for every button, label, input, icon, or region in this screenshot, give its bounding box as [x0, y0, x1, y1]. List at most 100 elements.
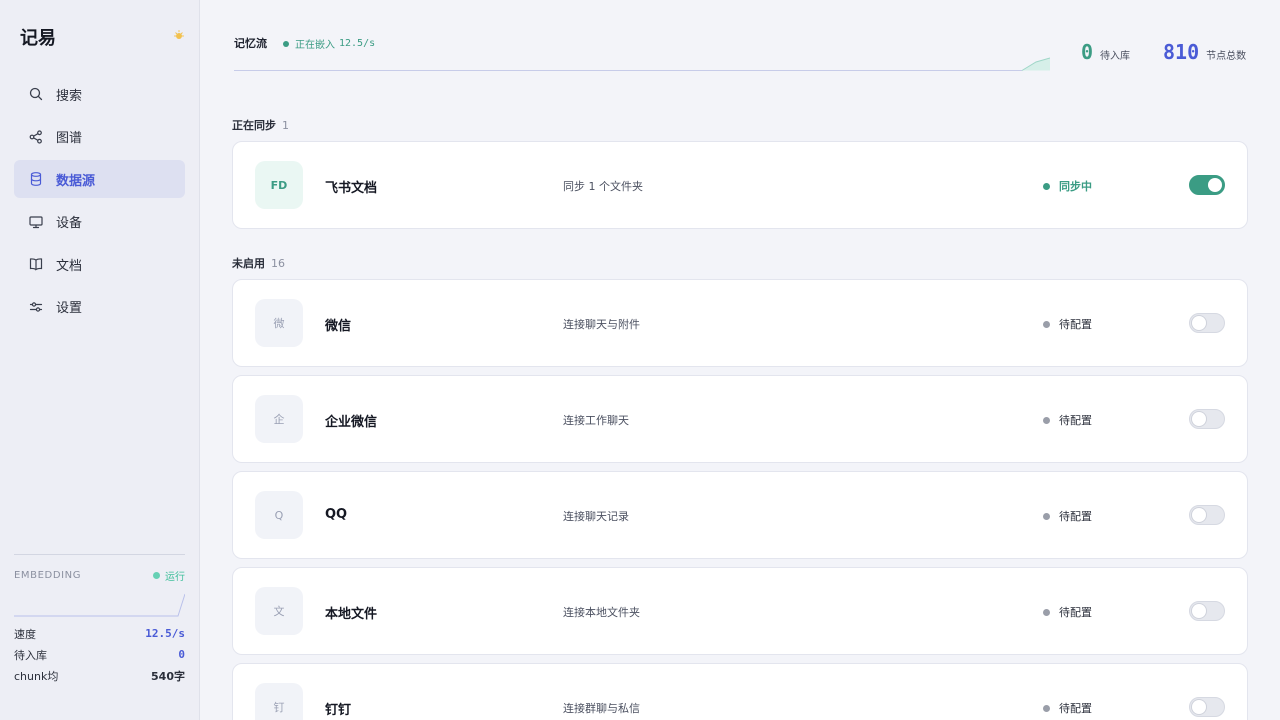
pending-count: 0 [1081, 40, 1094, 64]
source-name: 企业微信 [325, 415, 378, 430]
flow-status-rate: 12.5/s [339, 38, 376, 49]
sidebar-item-graph[interactable]: 图谱 [14, 118, 185, 156]
stat-value: 12.5/s [145, 627, 185, 640]
book-icon [28, 256, 44, 272]
toggle-knob [1192, 316, 1206, 330]
source-desc: 连接群聊与私信 [563, 702, 640, 715]
total-counter: 810 节点总数 [1163, 40, 1246, 64]
sidebar-item-label: 数据源 [56, 173, 96, 189]
search-icon [28, 86, 44, 102]
source-card-dingtalk[interactable]: 钉 钉钉 连接群聊与私信 待配置 [232, 663, 1248, 720]
stat-value: 540字 [151, 669, 185, 683]
stat-row: 速度 12.5/s [14, 623, 185, 644]
source-avatar: 钉 [255, 683, 303, 720]
sidebar-item-label: 搜索 [56, 88, 83, 104]
sidebar-item-label: 图谱 [56, 131, 83, 147]
memory-flow-sparkline [234, 57, 1050, 71]
sidebar-item-search[interactable]: 搜索 [14, 75, 185, 113]
stat-row: 待入库 0 [14, 644, 185, 665]
status-dot [1043, 416, 1050, 424]
source-toggle[interactable] [1189, 505, 1225, 525]
pending-label: 待入库 [1100, 51, 1131, 62]
pending-counter: 0 待入库 [1081, 40, 1130, 64]
source-card-wechat[interactable]: 微 微信 连接聊天与附件 待配置 [232, 279, 1248, 367]
status-dot [1043, 512, 1050, 520]
embedding-status-text: 运行 [165, 572, 185, 583]
source-desc: 连接聊天与附件 [563, 318, 640, 331]
embedding-sparkline [14, 593, 185, 617]
sidebar-item-datasource[interactable]: 数据源 [14, 160, 185, 199]
embedding-status: 运行 [153, 568, 185, 583]
source-card-wecom[interactable]: 企 企业微信 连接工作聊天 待配置 [232, 375, 1248, 463]
sidebar-nav: 搜索 图谱 数据源 设备 文档 设置 [14, 75, 185, 331]
source-status: 同步中 [1043, 178, 1092, 194]
section-count: 16 [271, 257, 285, 270]
sidebar: 记易 搜索 图谱 数据源 设备 文档 设置 EMBEDDING 运行 速度 12… [0, 0, 200, 720]
source-avatar: 企 [255, 395, 303, 443]
source-avatar: FD [255, 161, 303, 209]
sidebar-item-settings[interactable]: 设置 [14, 288, 185, 326]
source-name: 飞书文档 [325, 181, 378, 196]
stat-value: 0 [178, 648, 185, 661]
sidebar-item-label: 文档 [56, 258, 83, 274]
sliders-icon [28, 299, 44, 315]
status-dot [1043, 608, 1050, 616]
sun-icon[interactable] [172, 28, 186, 42]
stat-row: chunk均 540字 [14, 665, 185, 686]
source-desc: 同步 1 个文件夹 [563, 180, 643, 193]
status-dot [1043, 320, 1050, 328]
section-title: 正在同步 [232, 119, 276, 132]
sidebar-item-devices[interactable]: 设备 [14, 203, 185, 241]
source-avatar: 文 [255, 587, 303, 635]
embedding-panel: EMBEDDING 运行 速度 12.5/s 待入库 0 chunk均 540字 [14, 554, 185, 686]
stat-label: 速度 [14, 627, 36, 641]
status-text: 同步中 [1059, 180, 1092, 193]
toggle-knob [1192, 700, 1206, 714]
source-desc: 连接本地文件夹 [563, 606, 640, 619]
source-desc: 连接工作聊天 [563, 414, 629, 427]
monitor-icon [28, 214, 44, 230]
source-toggle[interactable] [1189, 601, 1225, 621]
source-card-local-files[interactable]: 文 本地文件 连接本地文件夹 待配置 [232, 567, 1248, 655]
status-text: 待配置 [1059, 702, 1092, 715]
source-card-feishu[interactable]: FD 飞书文档 同步 1 个文件夹 同步中 [232, 141, 1248, 229]
source-name: QQ [325, 507, 348, 522]
sidebar-item-label: 设置 [56, 301, 83, 317]
source-toggle[interactable] [1189, 697, 1225, 717]
source-name: 钉钉 [325, 703, 352, 718]
app-brand: 记易 [20, 28, 56, 49]
source-card-qq[interactable]: Q QQ 连接聊天记录 待配置 [232, 471, 1248, 559]
status-dot [153, 572, 160, 579]
memory-flow-status: 正在嵌入 12.5/s [283, 36, 375, 51]
source-status: 待配置 [1043, 604, 1092, 620]
stat-label: 待入库 [14, 648, 47, 662]
toggle-knob [1208, 178, 1222, 192]
source-status: 待配置 [1043, 412, 1092, 428]
source-avatar: Q [255, 491, 303, 539]
embedding-title: EMBEDDING [14, 570, 82, 581]
total-count: 810 [1163, 40, 1200, 64]
embedding-stats: 速度 12.5/s 待入库 0 chunk均 540字 [14, 623, 185, 686]
section-count: 1 [282, 119, 289, 132]
source-toggle[interactable] [1189, 313, 1225, 333]
status-text: 待配置 [1059, 510, 1092, 523]
toggle-knob [1192, 604, 1206, 618]
status-text: 待配置 [1059, 318, 1092, 331]
share-icon [28, 129, 44, 145]
status-dot [1043, 182, 1050, 190]
source-toggle[interactable] [1189, 175, 1225, 195]
status-dot [1043, 704, 1050, 712]
status-dot [283, 40, 289, 47]
source-toggle[interactable] [1189, 409, 1225, 429]
flow-status-text: 正在嵌入 [295, 40, 335, 51]
sidebar-item-docs[interactable]: 文档 [14, 245, 185, 283]
total-label: 节点总数 [1206, 51, 1247, 62]
source-avatar: 微 [255, 299, 303, 347]
source-status: 待配置 [1043, 508, 1092, 524]
source-desc: 连接聊天记录 [563, 510, 629, 523]
section-syncing-label: 正在同步 1 [232, 117, 289, 133]
section-title: 未启用 [232, 257, 265, 270]
memory-flow-title: 记忆流 [234, 37, 267, 50]
toggle-knob [1192, 508, 1206, 522]
section-disabled-label: 未启用 16 [232, 255, 285, 271]
